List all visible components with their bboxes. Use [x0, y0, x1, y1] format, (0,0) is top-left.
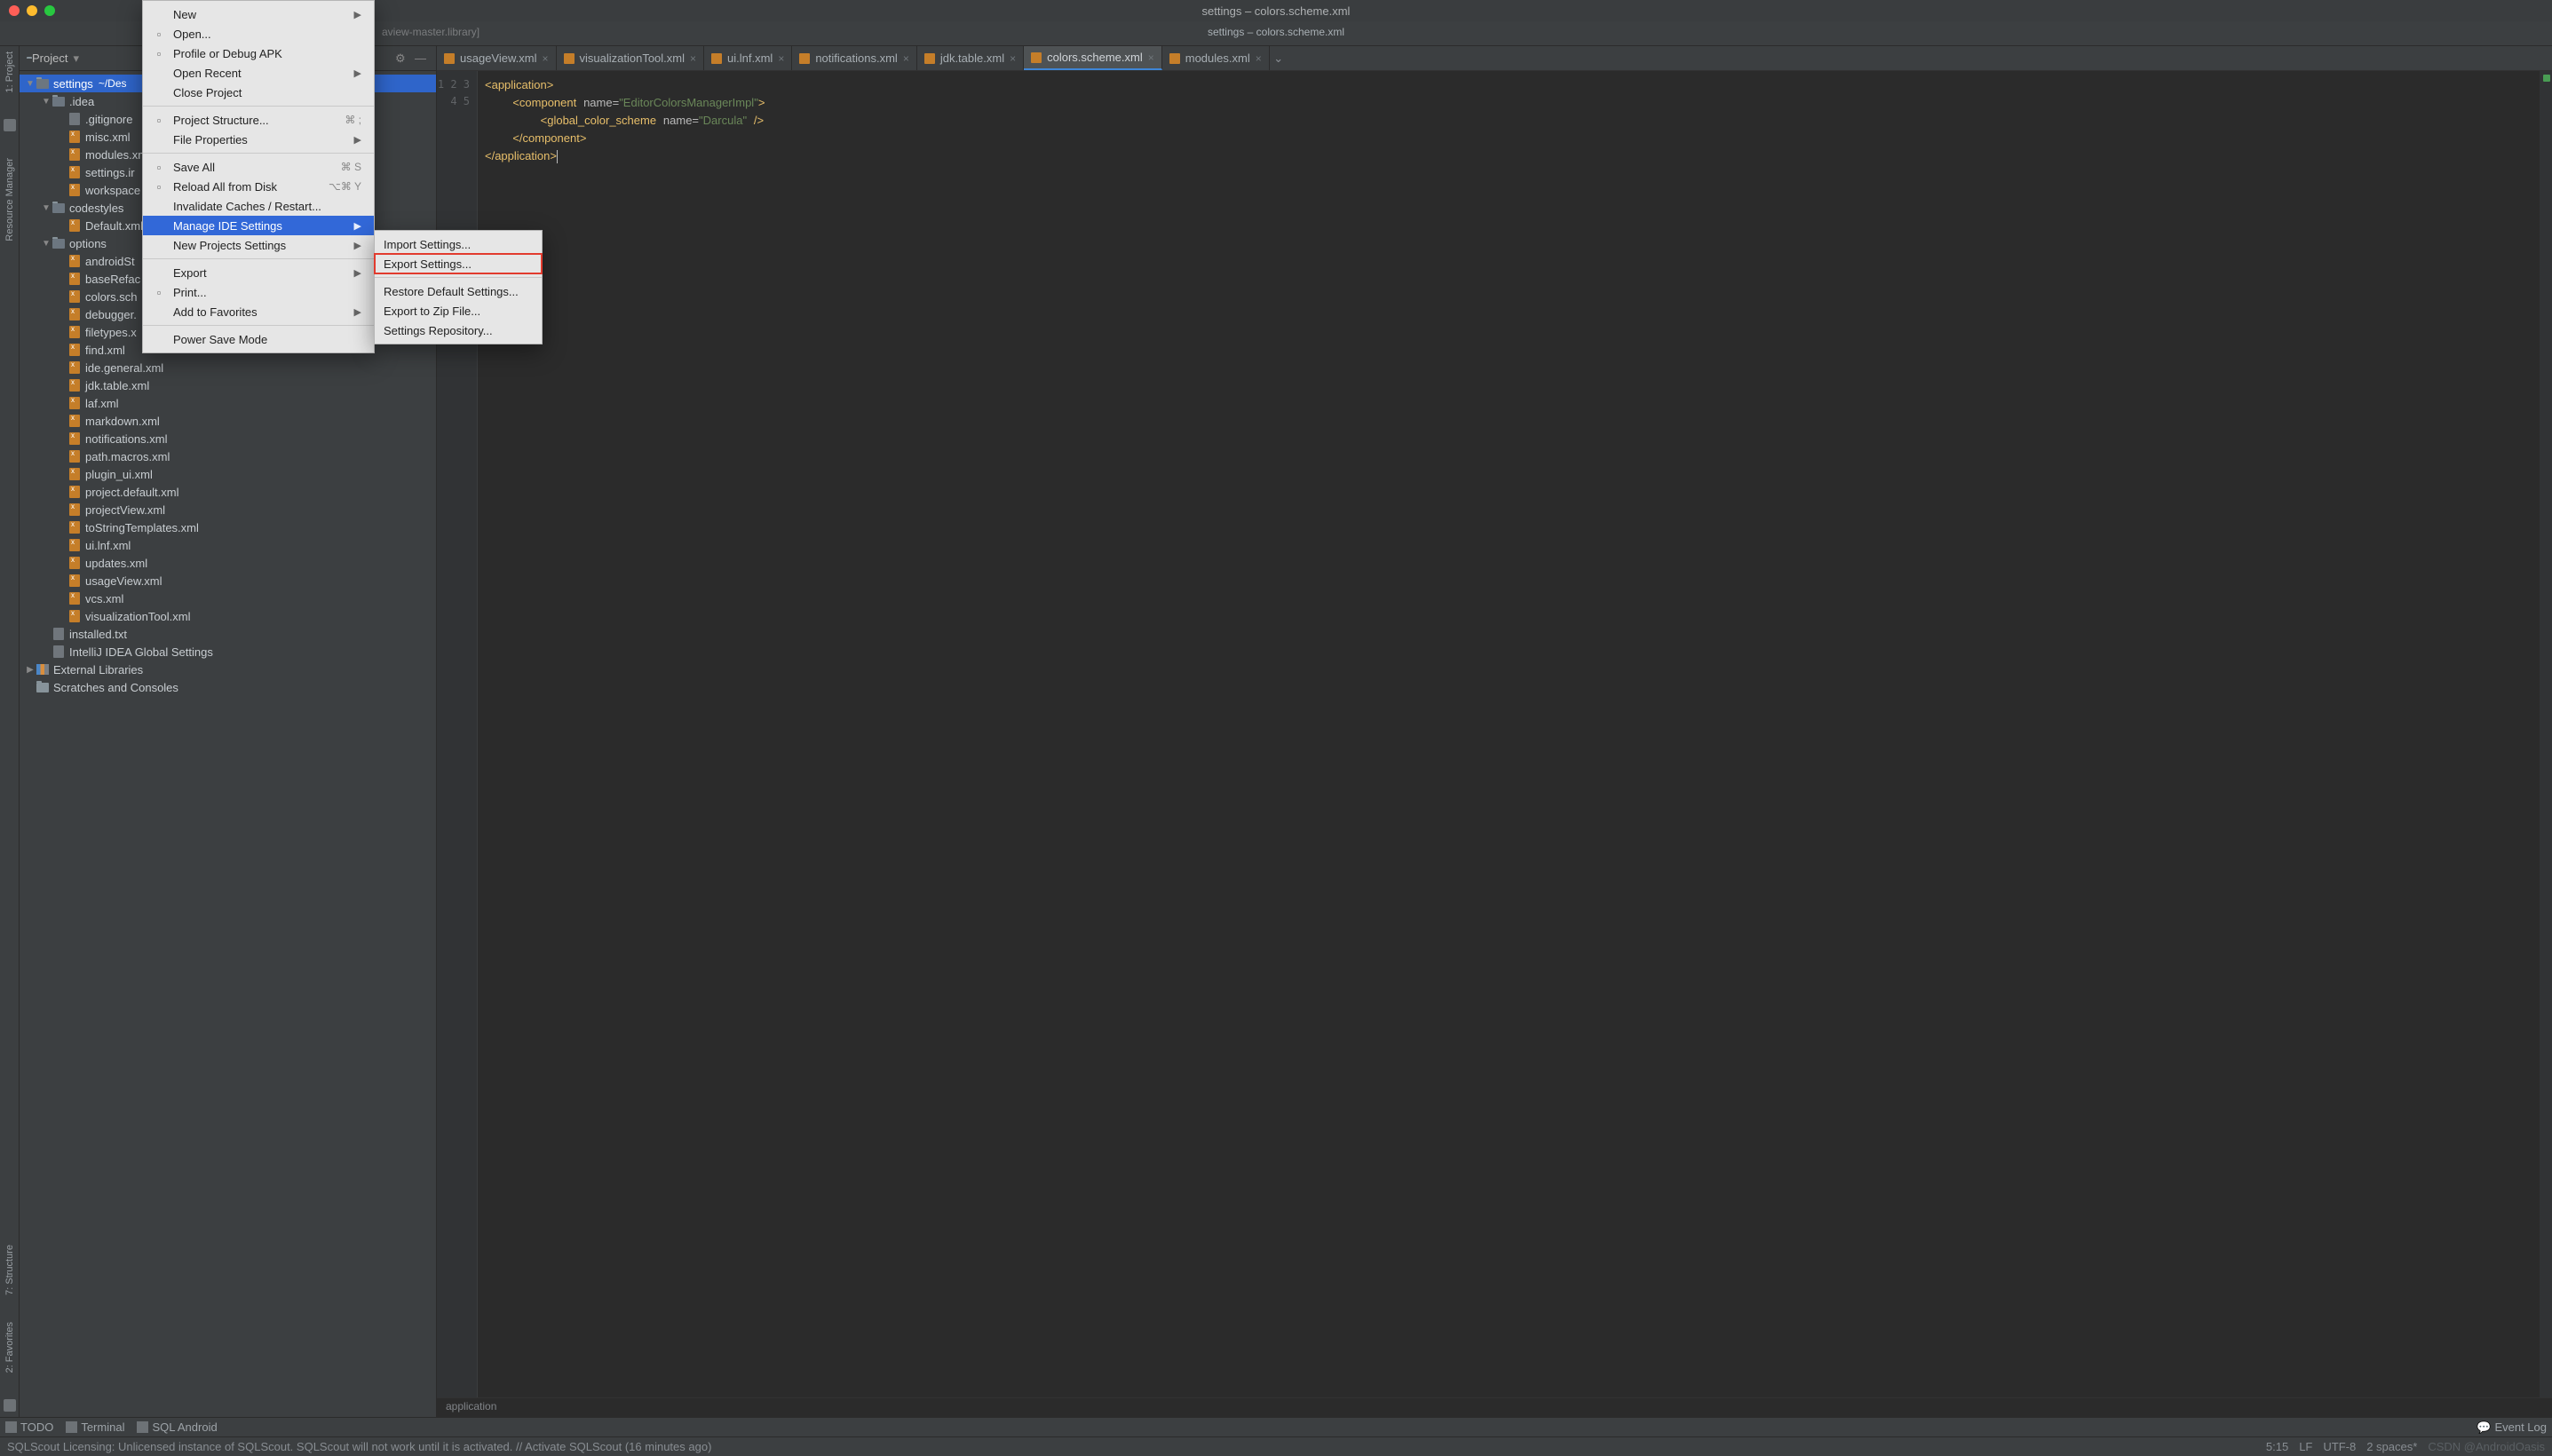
menu-item[interactable]: New Projects Settings▶	[143, 235, 374, 255]
editor-tab[interactable]: usageView.xml×	[437, 46, 557, 70]
minimize-window-icon[interactable]	[27, 5, 37, 16]
menu-item[interactable]: Settings Repository...	[375, 320, 542, 340]
close-tab-icon[interactable]: ×	[1148, 51, 1154, 64]
settings-icon[interactable]: ⚙	[395, 51, 409, 66]
editor-tab[interactable]: notifications.xml×	[792, 46, 917, 70]
tree-node[interactable]: ide.general.xml	[20, 359, 436, 376]
tree-node[interactable]: installed.txt	[20, 625, 436, 643]
caret-position[interactable]: 5:15	[2266, 1440, 2288, 1453]
tree-node[interactable]: laf.xml	[20, 394, 436, 412]
line-separator[interactable]: LF	[2299, 1440, 2312, 1453]
close-tab-icon[interactable]: ×	[1010, 52, 1016, 65]
tabs-dropdown-icon[interactable]: ⌄	[1270, 46, 1288, 70]
editor-breadcrumb[interactable]: application	[437, 1397, 2552, 1417]
tool-favorites[interactable]: 2: Favorites	[4, 1322, 15, 1373]
menu-item[interactable]: Export▶	[143, 263, 374, 282]
menu-item[interactable]: File Properties▶	[143, 130, 374, 149]
tool-structure[interactable]: 7: Structure	[4, 1245, 15, 1295]
editor-area: usageView.xml×visualizationTool.xml×ui.l…	[437, 46, 2552, 1417]
tool-project[interactable]: 1: Project	[4, 51, 15, 92]
menu-item[interactable]: New▶	[143, 4, 374, 24]
bottom-tool-strip: TODO Terminal SQL Android 💬 Event Log	[0, 1417, 2552, 1436]
menu-item[interactable]: Export Settings...	[375, 254, 542, 273]
bottom-tool-todo[interactable]: TODO	[5, 1420, 53, 1434]
tree-node[interactable]: project.default.xml	[20, 483, 436, 501]
tree-node[interactable]: notifications.xml	[20, 430, 436, 447]
menu-item[interactable]: Import Settings...	[375, 234, 542, 254]
editor-tab[interactable]: modules.xml×	[1162, 46, 1270, 70]
title-bar: settings – colors.scheme.xml	[0, 0, 2552, 21]
menu-item[interactable]: Restore Default Settings...	[375, 281, 542, 301]
collapse-icon[interactable]: —	[415, 51, 429, 66]
close-tab-icon[interactable]: ×	[778, 52, 784, 65]
tree-node[interactable]: toStringTemplates.xml	[20, 518, 436, 536]
tree-node[interactable]: visualizationTool.xml	[20, 607, 436, 625]
tree-node[interactable]: Scratches and Consoles	[20, 678, 436, 696]
bottom-tool-terminal[interactable]: Terminal	[66, 1420, 124, 1434]
breadcrumb-path: aview-master.library]	[382, 26, 479, 38]
close-tab-icon[interactable]: ×	[542, 52, 548, 65]
editor-tab[interactable]: ui.lnf.xml×	[704, 46, 792, 70]
window-title: settings – colors.scheme.xml	[1202, 4, 1351, 18]
event-log-button[interactable]: 💬 Event Log	[2477, 1420, 2547, 1435]
editor-tab[interactable]: jdk.table.xml×	[917, 46, 1024, 70]
tree-node[interactable]: projectView.xml	[20, 501, 436, 518]
menu-item[interactable]: Power Save Mode	[143, 329, 374, 349]
menu-item[interactable]: Open Recent▶	[143, 63, 374, 83]
status-message[interactable]: SQLScout Licensing: Unlicensed instance …	[7, 1440, 711, 1453]
indent-status[interactable]: 2 spaces*	[2366, 1440, 2417, 1453]
manage-ide-settings-submenu[interactable]: Import Settings...Export Settings... Rest…	[374, 230, 543, 344]
tree-node[interactable]: path.macros.xml	[20, 447, 436, 465]
editor-error-stripe	[2540, 71, 2552, 1397]
tool-icon[interactable]	[4, 119, 16, 131]
tree-node[interactable]: IntelliJ IDEA Global Settings	[20, 643, 436, 661]
chevron-down-icon[interactable]: ▾	[73, 51, 79, 66]
left-tool-strip: 1: Project Resource Manager 7: Structure…	[0, 46, 20, 1417]
close-tab-icon[interactable]: ×	[903, 52, 909, 65]
editor-code[interactable]: <application> <component name="EditorCol…	[478, 71, 2540, 1397]
tree-node[interactable]: ▶External Libraries	[20, 661, 436, 678]
editor-tabs[interactable]: usageView.xml×visualizationTool.xml×ui.l…	[437, 46, 2552, 71]
menu-item[interactable]: ▫Project Structure...⌘ ;	[143, 110, 374, 130]
tree-node[interactable]: usageView.xml	[20, 572, 436, 590]
tree-node[interactable]: vcs.xml	[20, 590, 436, 607]
tree-node[interactable]: ui.lnf.xml	[20, 536, 436, 554]
tree-node[interactable]: jdk.table.xml	[20, 376, 436, 394]
menu-item[interactable]: Add to Favorites▶	[143, 302, 374, 321]
navigation-bar: aview-master.library] settings – colors.…	[0, 21, 2552, 46]
editor-tab[interactable]: visualizationTool.xml×	[557, 46, 705, 70]
menu-item[interactable]: ▫Save All⌘ S	[143, 157, 374, 177]
bottom-tool-sql[interactable]: SQL Android	[137, 1420, 217, 1434]
watermark: CSDN @AndroidOasis	[2428, 1440, 2545, 1453]
project-header-label: Project	[32, 51, 67, 65]
build-variants-icon[interactable]	[4, 1399, 16, 1412]
tree-node[interactable]: markdown.xml	[20, 412, 436, 430]
status-bar: SQLScout Licensing: Unlicensed instance …	[0, 1436, 2552, 1456]
tool-resource-manager[interactable]: Resource Manager	[4, 158, 15, 241]
inspection-ok-icon	[2543, 75, 2550, 82]
navbar-tab-label[interactable]: settings – colors.scheme.xml	[1208, 26, 1344, 38]
menu-item[interactable]: ▫Open...	[143, 24, 374, 44]
close-tab-icon[interactable]: ×	[690, 52, 696, 65]
tree-node[interactable]: updates.xml	[20, 554, 436, 572]
close-tab-icon[interactable]: ×	[1256, 52, 1262, 65]
editor-tab[interactable]: colors.scheme.xml×	[1024, 46, 1162, 70]
file-encoding[interactable]: UTF-8	[2323, 1440, 2356, 1453]
fullscreen-window-icon[interactable]	[44, 5, 55, 16]
menu-item[interactable]: Close Project	[143, 83, 374, 102]
tree-node[interactable]: plugin_ui.xml	[20, 465, 436, 483]
menu-item[interactable]: Export to Zip File...	[375, 301, 542, 320]
menu-item[interactable]: ▫Print...	[143, 282, 374, 302]
close-window-icon[interactable]	[9, 5, 20, 16]
file-menu[interactable]: New▶▫Open...▫Profile or Debug APKOpen Re…	[142, 0, 375, 353]
menu-item[interactable]: ▫Reload All from Disk⌥⌘ Y	[143, 177, 374, 196]
menu-item[interactable]: ▫Profile or Debug APK	[143, 44, 374, 63]
menu-item[interactable]: Manage IDE Settings▶	[143, 216, 374, 235]
menu-item[interactable]: Invalidate Caches / Restart...	[143, 196, 374, 216]
